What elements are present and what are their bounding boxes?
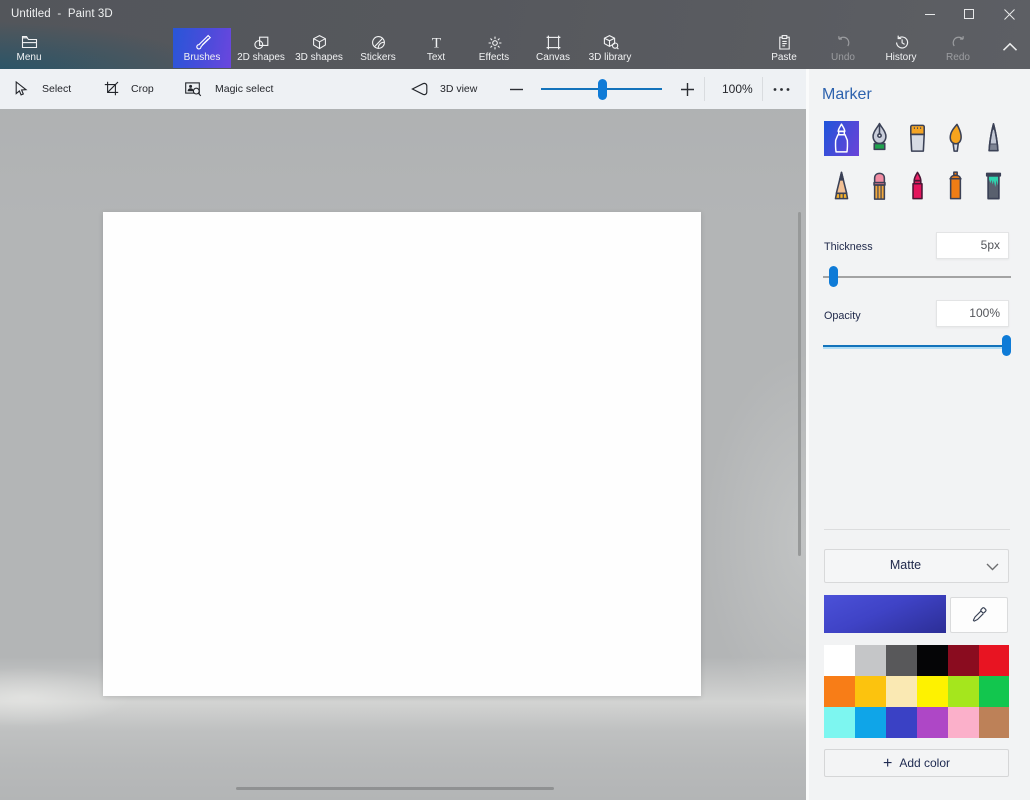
svg-text:T: T	[431, 35, 440, 51]
